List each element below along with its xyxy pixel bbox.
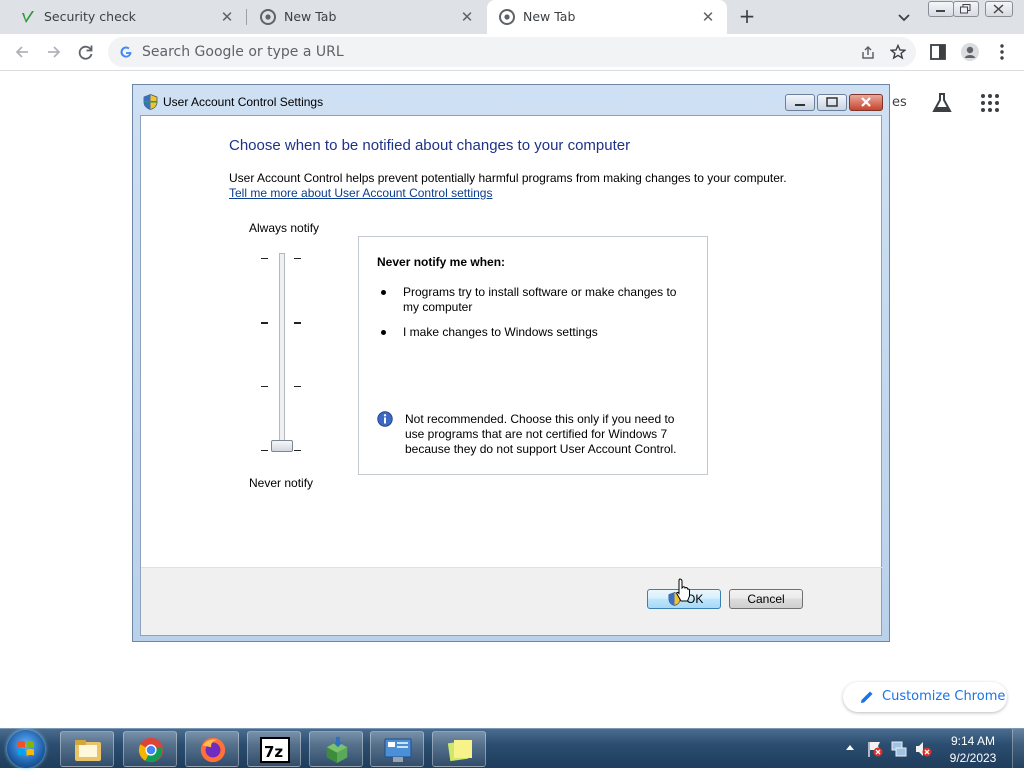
windows-logo-icon	[18, 741, 34, 756]
close-window-button[interactable]	[985, 1, 1013, 17]
labs-flask-icon[interactable]	[930, 91, 954, 115]
back-icon[interactable]	[12, 42, 32, 62]
notification-info-box: Never notify me when: Programs try to in…	[358, 236, 708, 475]
reload-icon[interactable]	[76, 42, 96, 62]
uac-settings-dialog: User Account Control Settings Choose whe…	[132, 84, 890, 642]
network-icon[interactable]	[890, 740, 908, 758]
bullet-dot	[381, 290, 386, 295]
google-icon	[120, 46, 132, 58]
omnibox-placeholder: Search Google or type a URL	[142, 44, 344, 60]
mouse-cursor-icon	[676, 578, 690, 602]
tab-title: New Tab	[284, 9, 337, 24]
clock-time[interactable]: 9:14 AM	[938, 734, 1008, 748]
info-heading: Never notify me when:	[377, 255, 506, 269]
share-icon[interactable]	[860, 45, 876, 61]
action-center-flag-icon[interactable]	[866, 740, 884, 758]
uac-shield-icon	[143, 94, 158, 110]
dialog-minimize-button[interactable]	[785, 94, 815, 111]
info-note: Not recommended. Choose this only if you…	[405, 412, 677, 456]
taskbar-package-installer[interactable]	[309, 731, 363, 767]
slider-tick	[294, 450, 301, 451]
tab-new-tab[interactable]: New Tab ✕	[240, 0, 486, 34]
close-tab-icon[interactable]: ✕	[699, 8, 717, 26]
side-panel-icon[interactable]	[928, 42, 948, 62]
control-panel-icon	[384, 738, 412, 762]
dialog-maximize-button[interactable]	[817, 94, 847, 111]
tab-title: New Tab	[523, 9, 576, 24]
tab-security-check[interactable]: Security check ✕	[0, 0, 246, 34]
bookmark-star-icon[interactable]	[890, 44, 906, 60]
close-tab-icon[interactable]: ✕	[218, 8, 236, 26]
windows-taskbar: 7z 9:14 AM 9/2/2023	[0, 728, 1024, 769]
show-hidden-icons-icon[interactable]	[845, 743, 855, 751]
slider-tick	[294, 322, 301, 324]
firefox-icon	[200, 737, 226, 763]
taskbar-chrome[interactable]	[123, 731, 177, 767]
close-tab-icon[interactable]: ✕	[458, 8, 476, 26]
omnibox[interactable]: Search Google or type a URL	[108, 37, 916, 67]
7zip-icon: 7z	[260, 737, 290, 763]
minimize-button[interactable]	[928, 1, 954, 17]
profile-avatar-icon[interactable]	[960, 42, 980, 62]
tab-new-tab-active[interactable]: New Tab ✕	[487, 0, 727, 34]
slider-tick	[294, 258, 301, 259]
tab-title: Security check	[44, 9, 136, 24]
slider-tick	[261, 450, 268, 451]
sticky-notes-icon	[447, 740, 472, 762]
pencil-icon	[861, 691, 873, 703]
dialog-description: User Account Control helps prevent poten…	[229, 171, 787, 185]
tab-strip: Security check ✕ New Tab ✕ New Tab ✕ +	[0, 0, 1024, 34]
slider-top-label: Always notify	[249, 221, 320, 235]
dialog-footer: OK Cancel	[141, 568, 881, 635]
page-partial-text: es	[892, 95, 907, 110]
chrome-icon	[499, 9, 515, 25]
show-desktop-button[interactable]	[1012, 729, 1024, 769]
start-button[interactable]	[7, 730, 45, 768]
notify-slider-thumb[interactable]	[271, 440, 293, 452]
svg-text:7z: 7z	[264, 743, 283, 761]
info-bullet: Programs try to install software or make…	[403, 285, 677, 314]
volume-muted-icon[interactable]	[914, 740, 932, 758]
notify-slider-track[interactable]	[279, 253, 285, 451]
info-bullet: I make changes to Windows settings	[403, 325, 598, 339]
chevron-down-icon[interactable]	[895, 8, 913, 26]
dialog-content: Choose when to be notified about changes…	[140, 115, 883, 636]
taskbar-7zip[interactable]: 7z	[247, 731, 301, 767]
chrome-icon	[260, 9, 276, 25]
folder-icon	[75, 740, 101, 761]
learn-more-link[interactable]: Tell me more about User Account Control …	[229, 186, 492, 200]
slider-tick	[294, 386, 301, 387]
taskbar-sticky-notes[interactable]	[432, 731, 486, 767]
taskbar-firefox[interactable]	[185, 731, 239, 767]
dialog-title: User Account Control Settings	[163, 95, 324, 109]
restore-button[interactable]	[953, 1, 979, 17]
clock-date[interactable]: 9/2/2023	[938, 751, 1008, 765]
browser-toolbar: Search Google or type a URL	[0, 34, 1024, 71]
google-apps-grid-icon[interactable]	[980, 93, 1000, 113]
taskbar-control-panel[interactable]	[370, 731, 424, 767]
bullet-dot	[381, 330, 386, 335]
slider-tick	[261, 386, 268, 387]
slider-bottom-label: Never notify	[249, 476, 314, 490]
dialog-close-button[interactable]	[849, 94, 883, 111]
customize-chrome-button[interactable]: Customize Chrome	[843, 682, 1007, 712]
taskbar-explorer[interactable]	[60, 731, 114, 767]
info-icon	[377, 411, 393, 427]
customize-chrome-label: Customize Chrome	[882, 689, 1006, 704]
cancel-button[interactable]: Cancel	[729, 589, 803, 609]
chrome-icon	[138, 737, 164, 763]
slider-tick	[261, 258, 268, 259]
forward-icon[interactable]	[44, 42, 64, 62]
package-installer-icon	[326, 736, 348, 764]
norton-icon	[22, 11, 34, 23]
menu-dots-icon[interactable]	[992, 42, 1012, 62]
dialog-heading: Choose when to be notified about changes…	[229, 137, 631, 154]
slider-tick	[261, 322, 268, 324]
new-tab-button[interactable]: +	[735, 6, 759, 28]
